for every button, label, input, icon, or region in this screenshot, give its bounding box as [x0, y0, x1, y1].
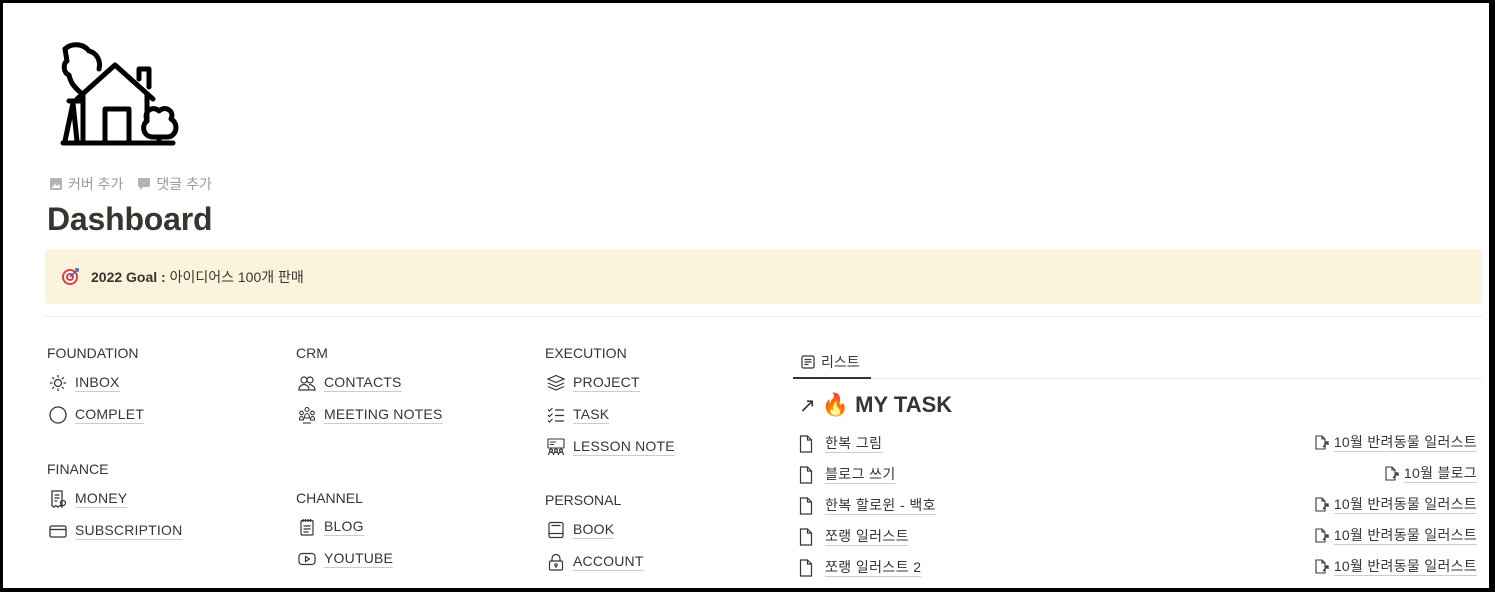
list-view-icon: [801, 354, 815, 369]
list-item[interactable]: 쪼랭 일러스트 10월 반려동물 일러스트: [797, 521, 1477, 552]
page-icon: [799, 527, 813, 546]
youtube-label: YOUTUBE: [324, 549, 394, 568]
link-task[interactable]: TASK: [545, 399, 785, 431]
book-label: BOOK: [573, 521, 615, 539]
relation-link[interactable]: 10월 반려동물 일러스트: [1314, 527, 1477, 545]
task-name: 쪼랭 일러스트: [825, 527, 909, 546]
task-name: 한복 할로윈 - 백호: [825, 496, 936, 515]
link-inbox[interactable]: INBOX: [47, 367, 287, 399]
link-complet[interactable]: COMPLET: [47, 399, 287, 431]
link-youtube[interactable]: YOUTUBE: [296, 542, 536, 575]
database-view-tabs: 리스트: [793, 346, 1482, 379]
book-icon: [545, 519, 567, 541]
section-finance: FINANCE: [47, 461, 109, 477]
target-icon: [62, 267, 79, 285]
tab-list-label: 리스트: [821, 353, 860, 370]
subscription-label: SUBSCRIPTION: [75, 522, 183, 540]
group-icon: [296, 404, 318, 426]
relation-link[interactable]: 10월 반려동물 일러스트: [1314, 558, 1477, 576]
database-title-text: MY TASK: [855, 392, 953, 417]
lock-icon: [545, 551, 567, 573]
page-icon: [799, 558, 813, 577]
divider: [45, 316, 1482, 317]
add-cover-label: 커버 추가: [68, 176, 124, 192]
linked-page-icon: [1315, 497, 1329, 512]
notion-page: 커버 추가 댓글 추가 Dashboard 2022 Goal : 아이디어스 …: [3, 3, 1489, 588]
layers-icon: [545, 372, 567, 394]
linked-page-icon: [1315, 435, 1329, 450]
fire-icon: 🔥: [821, 392, 850, 417]
inbox-label: INBOX: [75, 374, 120, 392]
goal-desc: 아이디어스 100개 판매: [165, 268, 304, 285]
meeting-notes-label: MEETING NOTES: [324, 406, 443, 424]
section-foundation: FOUNDATION: [47, 345, 139, 361]
page-icon: [799, 434, 813, 453]
list-item[interactable]: 블로그 쓰기 10월 블로그: [797, 459, 1477, 490]
linked-page-icon: [1315, 559, 1329, 574]
task-name: 쪼랭 일러스트 2: [825, 558, 922, 577]
relation-label: 10월 반려동물 일러스트: [1333, 496, 1477, 514]
linked-arrow-icon: ↗: [799, 394, 816, 417]
project-label: PROJECT: [573, 374, 640, 392]
relation-label: 10월 블로그: [1403, 465, 1477, 483]
receipt-icon: [47, 488, 69, 510]
page-icon: [799, 496, 813, 515]
play-icon: [296, 548, 318, 570]
section-crm: CRM: [296, 345, 328, 361]
account-label: ACCOUNT: [573, 553, 644, 571]
notepad-icon: [296, 516, 318, 538]
task-name: 블로그 쓰기: [825, 465, 896, 484]
add-comment-button[interactable]: 댓글 추가: [137, 174, 212, 194]
link-account[interactable]: ACCOUNT: [545, 546, 785, 578]
linked-page-icon: [1385, 466, 1399, 481]
contacts-label: CONTACTS: [324, 374, 402, 392]
goal-text: 2022 Goal : 아이디어스 100개 판매: [91, 267, 304, 287]
relation-label: 10월 반려동물 일러스트: [1333, 434, 1477, 452]
section-execution: EXECUTION: [545, 345, 627, 361]
blog-label: BLOG: [324, 518, 364, 536]
link-money[interactable]: MONEY: [47, 483, 287, 515]
list-item[interactable]: 한복 그림 10월 반려동물 일러스트: [797, 428, 1477, 459]
link-contacts[interactable]: CONTACTS: [296, 367, 536, 399]
add-cover-button[interactable]: 커버 추가: [49, 174, 123, 194]
linked-page-icon: [1315, 528, 1329, 543]
tab-list[interactable]: 리스트: [793, 346, 871, 379]
page-icon: [799, 465, 813, 484]
teacher-icon: [545, 436, 567, 458]
circle-icon: [47, 404, 69, 426]
lesson-note-label: LESSON NOTE: [573, 438, 675, 456]
add-comment-label: 댓글 추가: [156, 176, 212, 192]
checklist-icon: [545, 404, 567, 426]
link-project[interactable]: PROJECT: [545, 367, 785, 399]
house-icon[interactable]: [57, 41, 183, 147]
credit-card-icon: [47, 520, 69, 542]
relation-link[interactable]: 10월 반려동물 일러스트: [1314, 434, 1477, 452]
link-meeting-notes[interactable]: MEETING NOTES: [296, 399, 536, 431]
link-lesson-note[interactable]: LESSON NOTE: [545, 431, 785, 463]
list-item[interactable]: 한복 할로윈 - 백호 10월 반려동물 일러스트: [797, 490, 1477, 521]
people-icon: [296, 372, 318, 394]
page-title[interactable]: Dashboard: [47, 201, 213, 238]
sun-icon: [47, 372, 69, 394]
task-name: 한복 그림: [825, 434, 883, 453]
link-subscription[interactable]: SUBSCRIPTION: [47, 515, 287, 547]
money-label: MONEY: [75, 490, 128, 508]
task-list: 한복 그림 10월 반려동물 일러스트 블로그 쓰기 10월 블로그 한복 할로…: [797, 428, 1477, 583]
section-channel: CHANNEL: [296, 490, 363, 506]
section-personal: PERSONAL: [545, 492, 622, 508]
task-label: TASK: [573, 406, 610, 424]
link-blog[interactable]: BLOG: [296, 512, 536, 542]
link-book[interactable]: BOOK: [545, 514, 785, 546]
relation-link[interactable]: 10월 반려동물 일러스트: [1314, 496, 1477, 514]
list-item[interactable]: 쪼랭 일러스트 2 10월 반려동물 일러스트: [797, 552, 1477, 583]
relation-label: 10월 반려동물 일러스트: [1333, 558, 1477, 576]
goal-callout: 2022 Goal : 아이디어스 100개 판매: [45, 249, 1482, 304]
database-title[interactable]: ↗ 🔥 MY TASK: [799, 392, 952, 418]
relation-link[interactable]: 10월 블로그: [1384, 465, 1477, 483]
goal-bold: 2022 Goal :: [91, 268, 166, 285]
comment-icon: [138, 178, 151, 190]
complet-label: COMPLET: [75, 406, 145, 424]
relation-label: 10월 반려동물 일러스트: [1333, 527, 1477, 545]
image-icon: [50, 178, 62, 190]
